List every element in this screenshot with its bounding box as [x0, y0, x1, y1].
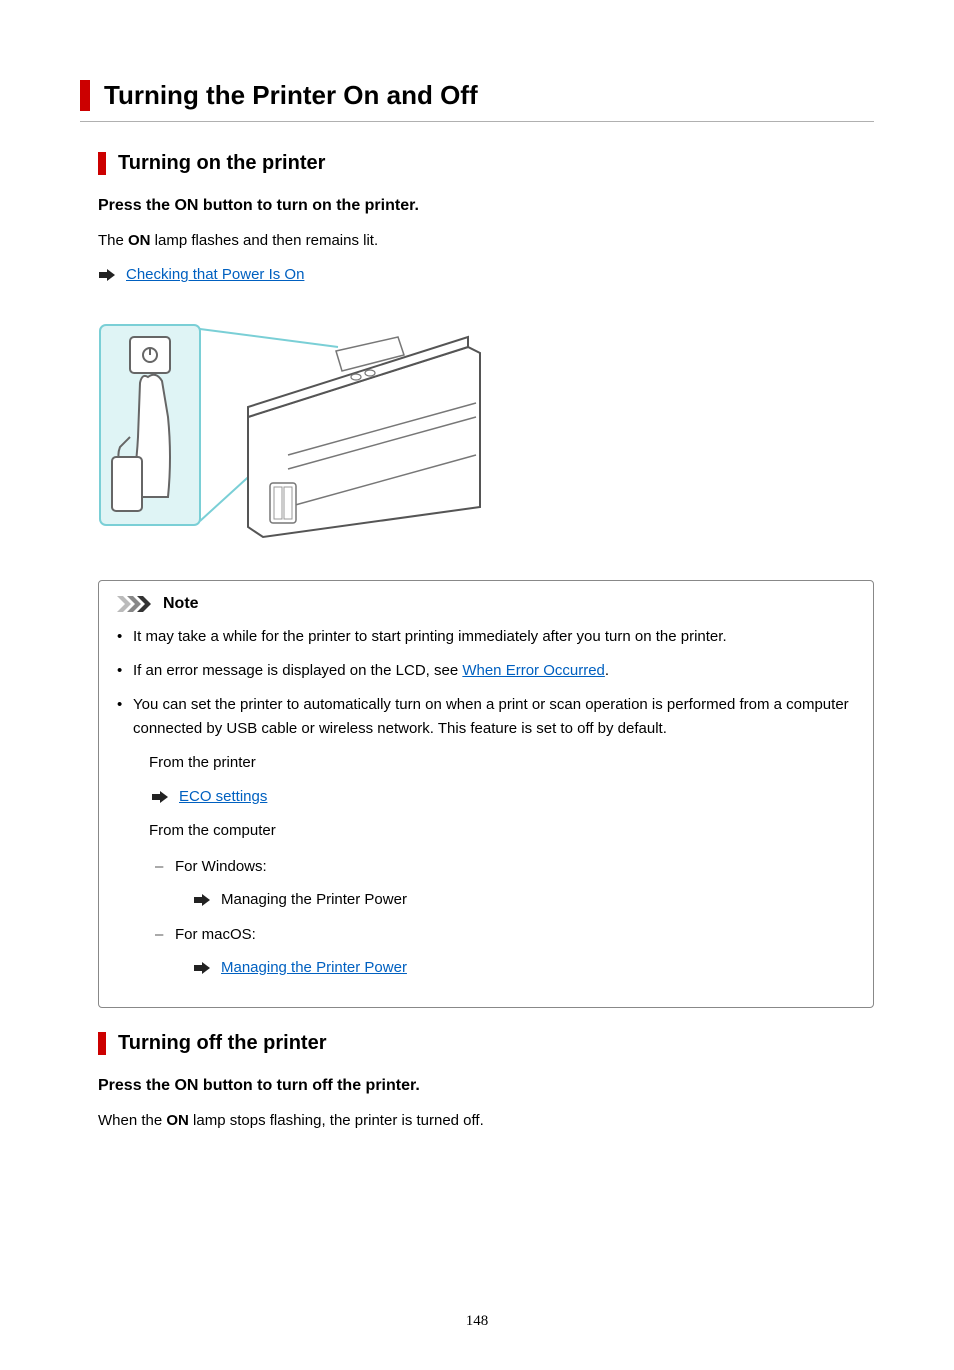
note-chevrons-icon [117, 596, 155, 612]
note-item-3-text: You can set the printer to automatically… [133, 696, 849, 737]
os-list: For Windows: Managing the Printer Power … [155, 853, 855, 981]
arrow-right-icon [98, 268, 116, 282]
arrow-right-icon [193, 893, 211, 907]
note-item-2: If an error message is displayed on the … [117, 659, 855, 683]
step-on-title: Press the ON button to turn on the print… [98, 197, 874, 215]
section-on-heading: Turning on the printer [118, 152, 874, 175]
link-row-check-power: Checking that Power Is On [98, 266, 874, 283]
section-off-heading-container: Turning off the printer [98, 1032, 874, 1055]
lamp-on-text: The ON lamp flashes and then remains lit… [98, 229, 874, 252]
for-macos-label: For macOS: [175, 926, 256, 943]
for-windows-item: For Windows: Managing the Printer Power [155, 853, 855, 913]
lamp-off-prefix: When the [98, 1112, 166, 1129]
note-item-1: It may take a while for the printer to s… [117, 625, 855, 649]
lamp-on-prefix: The [98, 232, 128, 249]
note-header: Note [117, 595, 855, 613]
lamp-off-suffix: lamp stops flashing, the printer is turn… [189, 1112, 484, 1129]
link-check-power[interactable]: Checking that Power Is On [126, 266, 304, 283]
link-managing-printer-power-mac[interactable]: Managing the Printer Power [221, 954, 407, 981]
section-off-body: Press the ON button to turn off the prin… [98, 1077, 874, 1132]
page-number: 148 [80, 1313, 874, 1330]
for-macos-item: For macOS: Managing the Printer Power [155, 921, 855, 981]
note-item-2-prefix: If an error message is displayed on the … [133, 662, 462, 679]
page-title-container: Turning the Printer On and Off [80, 80, 874, 111]
page-title: Turning the Printer On and Off [104, 80, 874, 111]
lamp-on-bold: ON [128, 232, 151, 249]
note-item-3: You can set the printer to automatically… [117, 693, 855, 981]
managing-win-row: Managing the Printer Power [193, 886, 855, 913]
title-underline [80, 121, 874, 122]
from-computer-label: From the computer [149, 819, 855, 843]
eco-link-row: ECO settings [151, 785, 855, 809]
for-windows-label: For Windows: [175, 858, 267, 875]
link-when-error-occurred[interactable]: When Error Occurred [462, 662, 605, 679]
note-title: Note [163, 595, 199, 613]
lamp-off-text: When the ON lamp stops flashing, the pri… [98, 1109, 874, 1132]
document-page: Turning the Printer On and Off Turning o… [0, 0, 954, 1370]
note-box: Note It may take a while for the printer… [98, 580, 874, 1008]
link-eco-settings[interactable]: ECO settings [179, 785, 267, 809]
arrow-right-icon [193, 961, 211, 975]
note-item-2-suffix: . [605, 662, 609, 679]
section-off-heading: Turning off the printer [118, 1032, 874, 1055]
lamp-off-bold: ON [166, 1112, 189, 1129]
section-on-body: Press the ON button to turn on the print… [98, 197, 874, 1008]
managing-printer-power-win: Managing the Printer Power [221, 886, 407, 913]
lamp-on-suffix: lamp flashes and then remains lit. [151, 232, 379, 249]
step-off-title: Press the ON button to turn off the prin… [98, 1077, 874, 1095]
managing-mac-row: Managing the Printer Power [193, 954, 855, 981]
from-printer-label: From the printer [149, 751, 855, 775]
arrow-right-icon [151, 790, 169, 804]
section-on-heading-container: Turning on the printer [98, 152, 874, 175]
note-list: It may take a while for the printer to s… [117, 625, 855, 981]
printer-on-illustration [98, 307, 488, 547]
